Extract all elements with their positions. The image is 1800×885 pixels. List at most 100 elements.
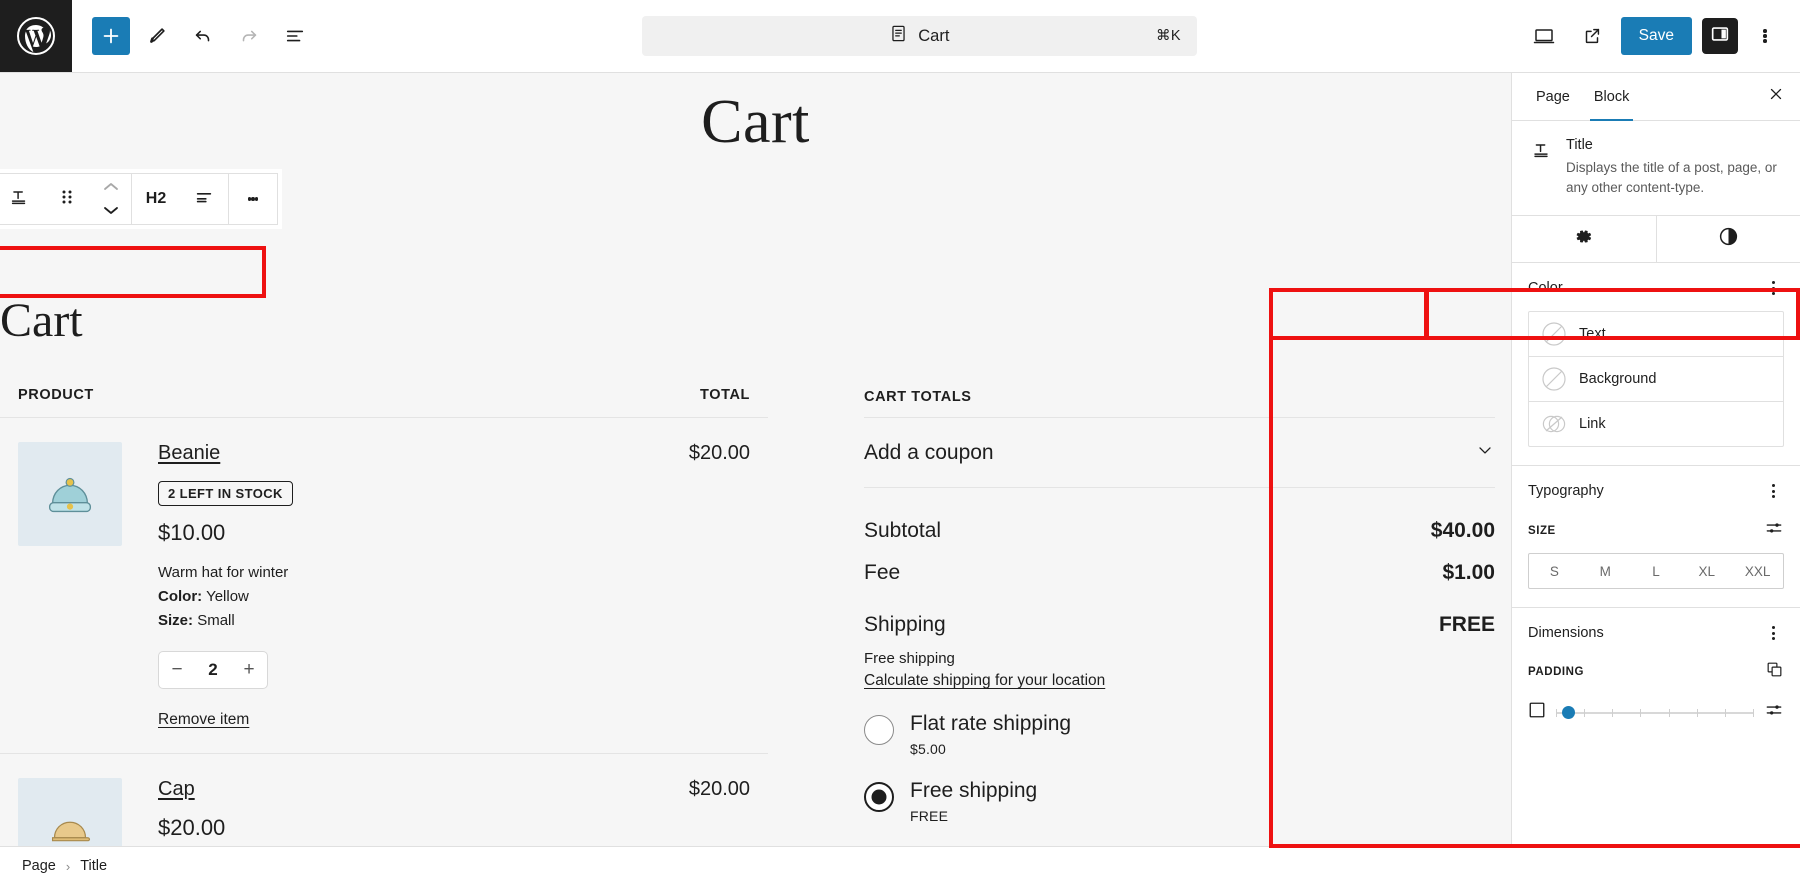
product-name-link[interactable]: Beanie xyxy=(158,442,220,465)
settings-sliders-icon[interactable] xyxy=(1764,700,1784,725)
totals-line-value: $1.00 xyxy=(1442,561,1495,585)
font-size-option-l[interactable]: L xyxy=(1631,554,1682,588)
link-sides-icon[interactable] xyxy=(1765,660,1784,684)
wordpress-logo-button[interactable] xyxy=(0,0,72,72)
font-size-option-m[interactable]: M xyxy=(1580,554,1631,588)
product-name-link[interactable]: Cap xyxy=(158,778,195,801)
drag-handle[interactable] xyxy=(43,174,91,224)
cart-totals-lines: Subtotal $40.00 Fee $1.00 Shipping FREE xyxy=(864,488,1495,846)
close-sidebar-button[interactable] xyxy=(1756,73,1796,120)
breadcrumb-separator: › xyxy=(66,859,70,874)
edit-tools-button[interactable] xyxy=(138,17,176,55)
font-size-option-xxl[interactable]: XXL xyxy=(1732,554,1783,588)
color-option-text[interactable]: Text xyxy=(1529,312,1783,356)
editor-options-button[interactable] xyxy=(1748,17,1782,55)
desktop-view-icon xyxy=(1532,24,1556,48)
cart-totals-column: CART TOTALS Add a coupon Subtotal $40.00 xyxy=(768,369,1511,846)
dimensions-section-options-button[interactable] xyxy=(1762,622,1784,644)
chevron-down-icon xyxy=(1475,440,1495,465)
status-badge: 2 LEFT IN STOCK xyxy=(158,481,293,506)
view-site-button[interactable] xyxy=(1573,17,1611,55)
tab-block[interactable]: Block xyxy=(1582,73,1641,120)
save-button[interactable]: Save xyxy=(1621,17,1692,55)
shipping-option-free[interactable]: Free shipping FREE xyxy=(864,779,1495,824)
padding-slider[interactable] xyxy=(1556,705,1754,721)
color-section-options-button[interactable] xyxy=(1762,277,1784,299)
shipping-value: FREE xyxy=(1439,613,1495,637)
block-type-button[interactable] xyxy=(0,174,43,224)
dimensions-section-title: Dimensions xyxy=(1528,625,1604,641)
column-header-total: TOTAL xyxy=(700,387,750,403)
breadcrumb: Page › Title xyxy=(0,846,1800,885)
tab-page[interactable]: Page xyxy=(1524,73,1582,120)
padding-slider-row xyxy=(1528,700,1784,725)
cart-table-header: PRODUCT TOTAL xyxy=(0,369,768,418)
close-x-icon xyxy=(1767,85,1785,108)
heading-block-cart[interactable]: Cart xyxy=(0,295,83,348)
product-thumbnail[interactable] xyxy=(18,778,122,846)
block-more-options-button[interactable] xyxy=(229,174,277,224)
shipping-option-flat-rate[interactable]: Flat rate shipping $5.00 xyxy=(864,712,1495,757)
shipping-option-label: Free shipping xyxy=(910,779,1037,802)
block-info-description: Displays the title of a post, page, or a… xyxy=(1566,158,1784,197)
block-info-title: Title xyxy=(1566,137,1784,153)
block-info: Title Displays the title of a post, page… xyxy=(1512,121,1800,215)
quantity-increment-button[interactable]: + xyxy=(231,652,267,688)
wordpress-editor: Cart ⌘K Save xyxy=(0,0,1800,885)
product-unit-price: $20.00 xyxy=(158,815,671,841)
font-size-option-s[interactable]: S xyxy=(1529,554,1580,588)
typography-section-options-button[interactable] xyxy=(1762,480,1784,502)
totals-line-subtotal: Subtotal $40.00 xyxy=(864,510,1495,552)
move-block-buttons[interactable] xyxy=(91,174,131,224)
editor-body: Cart xyxy=(0,72,1800,846)
color-option-link[interactable]: Link xyxy=(1529,401,1783,446)
editor-top-bar: Cart ⌘K Save xyxy=(0,0,1800,72)
align-text-icon xyxy=(193,186,215,213)
quantity-decrement-button[interactable]: − xyxy=(159,652,195,688)
padding-box-icon[interactable] xyxy=(1528,701,1546,724)
totals-line-label: Fee xyxy=(864,561,900,585)
command-search-bar[interactable]: Cart ⌘K xyxy=(642,16,1197,56)
calculate-shipping-link[interactable]: Calculate shipping for your location xyxy=(864,672,1105,690)
radio-button-selected[interactable] xyxy=(864,782,894,812)
redo-button[interactable] xyxy=(230,17,268,55)
settings-tab[interactable] xyxy=(1512,216,1656,262)
product-unit-price: $10.00 xyxy=(158,520,671,546)
page-document-icon xyxy=(889,24,908,48)
color-option-background[interactable]: Background xyxy=(1529,356,1783,401)
add-block-button[interactable] xyxy=(92,17,130,55)
document-overview-button[interactable] xyxy=(276,17,314,55)
color-section-title: Color xyxy=(1528,280,1563,296)
contrast-half-circle-icon xyxy=(1718,226,1739,252)
device-preview-button[interactable] xyxy=(1525,17,1563,55)
color-option-label: Text xyxy=(1579,326,1606,342)
sidebar-icon-tabs xyxy=(1512,215,1800,263)
shipping-option-price: $5.00 xyxy=(910,741,1071,757)
radio-button[interactable] xyxy=(864,715,894,745)
add-coupon-row[interactable]: Add a coupon xyxy=(864,418,1495,488)
gear-icon xyxy=(1573,226,1594,252)
product-line-total: $20.00 xyxy=(671,442,750,729)
product-thumbnail[interactable] xyxy=(18,442,122,546)
undo-button[interactable] xyxy=(184,17,222,55)
settings-sliders-icon[interactable] xyxy=(1764,518,1784,543)
remove-item-link[interactable]: Remove item xyxy=(158,711,249,729)
attribute-label: Color: xyxy=(158,588,202,605)
drag-dots-icon xyxy=(59,186,75,213)
top-bar-right-tools: Save xyxy=(1525,17,1800,55)
attribute-value: Small xyxy=(197,612,235,629)
block-toolbar[interactable]: H2 xyxy=(0,173,278,225)
totals-line-label: Subtotal xyxy=(864,519,941,543)
plus-icon xyxy=(100,25,122,47)
breadcrumb-item-page[interactable]: Page xyxy=(22,858,56,874)
styles-tab[interactable] xyxy=(1656,216,1800,262)
align-text-button[interactable] xyxy=(180,174,228,224)
font-size-segmented-control[interactable]: S M L XL XXL xyxy=(1528,553,1784,589)
font-size-option-xl[interactable]: XL xyxy=(1681,554,1732,588)
slider-knob[interactable] xyxy=(1562,706,1575,719)
breadcrumb-item-title[interactable]: Title xyxy=(80,858,107,874)
totals-line-fee: Fee $1.00 xyxy=(864,552,1495,594)
heading-level-button[interactable]: H2 xyxy=(132,174,180,224)
settings-sidebar-toggle[interactable] xyxy=(1702,18,1738,54)
quantity-stepper[interactable]: − 2 + xyxy=(158,651,268,689)
